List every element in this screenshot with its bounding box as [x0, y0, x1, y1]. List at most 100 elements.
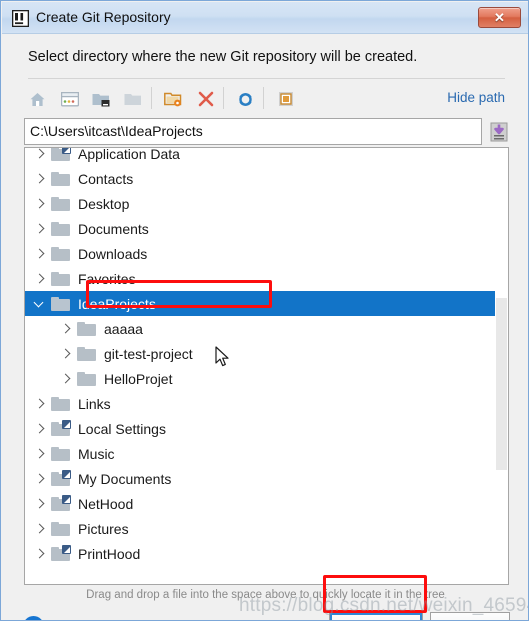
path-input[interactable]: C:\Users\itcast\IdeaProjects [24, 118, 482, 145]
tree-row-label: HelloProjet [104, 370, 173, 387]
cancel-button[interactable]: Cancel [430, 612, 510, 620]
chevron-right-icon[interactable] [33, 197, 46, 210]
chevron-down-icon[interactable] [33, 297, 46, 310]
paste-path-button[interactable] [489, 118, 509, 145]
tree-row-label: Contacts [78, 170, 134, 187]
tree-row[interactable]: PrintHood [25, 541, 508, 566]
desktop-button[interactable] [56, 86, 83, 112]
folder-icon [51, 148, 71, 161]
folder-icon [51, 446, 70, 461]
tree-row[interactable]: Downloads [25, 241, 508, 266]
dialog-body: Select directory where the new Git repos… [2, 34, 528, 620]
folder-icon [51, 470, 71, 486]
folder-disabled-icon [124, 94, 141, 105]
folder-icon [51, 271, 70, 286]
chevron-right-icon[interactable] [33, 472, 46, 485]
refresh-icon [239, 92, 252, 106]
tree-row[interactable]: Application Data [25, 147, 508, 166]
dialog-prompt: Select directory where the new Git repos… [28, 49, 418, 65]
new-folder-button[interactable] [160, 86, 187, 112]
tree-row-label: aaaaa [104, 320, 143, 337]
title-bar: Create Git Repository ✕ [2, 2, 528, 34]
delete-button[interactable] [192, 86, 219, 112]
tree-row-label: Application Data [78, 147, 180, 162]
folder-icon [77, 346, 96, 361]
tree-rows-container: Application Data Contacts Desktop Documents… [25, 147, 508, 566]
chevron-right-icon[interactable] [33, 247, 46, 260]
drive-folder-icon [92, 94, 110, 107]
tree-row-label: Documents [78, 220, 149, 237]
chevron-right-icon[interactable] [33, 222, 46, 235]
tree-row[interactable]: NetHood [25, 491, 508, 516]
home-button[interactable] [24, 86, 51, 112]
hide-path-link[interactable]: Hide path [447, 90, 505, 105]
toolbar-divider-1 [151, 87, 152, 109]
chevron-right-icon[interactable] [59, 372, 72, 385]
tree-row-label: git-test-project [104, 345, 193, 362]
tree-row[interactable]: Desktop [25, 191, 508, 216]
tree-row-label: Pictures [78, 520, 129, 537]
tree-row[interactable]: Documents [25, 216, 508, 241]
folder-icon [51, 545, 71, 561]
tree-row-label: PrintHood [78, 545, 141, 562]
tree-row-label: Downloads [78, 245, 148, 262]
tree-row[interactable]: My Documents [25, 466, 508, 491]
create-git-repository-dialog: Create Git Repository ✕ Select directory… [0, 0, 529, 621]
tree-row-label: Music [78, 445, 115, 462]
tree-row[interactable]: Local Settings [25, 416, 508, 441]
tree-row-label: My Documents [78, 470, 172, 487]
tree-row[interactable]: Favorites [25, 266, 508, 291]
tree-row[interactable]: HelloProjet [25, 366, 508, 391]
folder-icon [51, 171, 70, 186]
project-folder-button[interactable] [120, 86, 147, 112]
tree-row-label: IdeaProjects [78, 295, 156, 312]
show-hidden-button[interactable] [272, 86, 299, 112]
drag-drop-hint: Drag and drop a file into the space abov… [86, 589, 445, 601]
tree-scrollbar-thumb[interactable] [496, 298, 507, 470]
help-button[interactable]: ? [23, 616, 44, 620]
folder-icon [51, 396, 70, 411]
tree-row-label: Favorites [78, 270, 136, 287]
tree-row[interactable]: git-test-project [25, 341, 508, 366]
chevron-right-icon[interactable] [33, 172, 46, 185]
refresh-button[interactable] [232, 86, 259, 112]
chevron-right-icon[interactable] [33, 522, 46, 535]
close-icon: ✕ [494, 10, 505, 25]
close-button[interactable]: ✕ [478, 7, 521, 28]
folder-icon [51, 221, 70, 236]
header-divider [28, 78, 505, 79]
tree-row[interactable]: IdeaProjects [25, 291, 508, 316]
ok-button[interactable]: OK [329, 612, 423, 620]
chevron-right-icon[interactable] [33, 272, 46, 285]
chevron-right-icon[interactable] [33, 447, 46, 460]
chevron-right-icon[interactable] [33, 497, 46, 510]
chevron-right-icon[interactable] [33, 148, 46, 160]
folder-icon [51, 196, 70, 211]
folder-icon [51, 246, 70, 261]
chevron-right-icon[interactable] [59, 322, 72, 335]
tree-row[interactable]: Contacts [25, 166, 508, 191]
tree-row[interactable]: Links [25, 391, 508, 416]
tree-row[interactable]: aaaaa [25, 316, 508, 341]
folder-icon [51, 420, 71, 436]
directory-tree[interactable]: Application Data Contacts Desktop Documents… [24, 147, 509, 585]
chevron-right-icon[interactable] [59, 347, 72, 360]
my-computer-button[interactable] [88, 86, 115, 112]
chevron-right-icon[interactable] [33, 422, 46, 435]
tree-row-label: Local Settings [78, 420, 166, 437]
folder-icon [51, 495, 71, 511]
tree-row[interactable]: Pictures [25, 516, 508, 541]
window-title: Create Git Repository [36, 9, 171, 25]
file-chooser-toolbar: Hide path [24, 84, 505, 114]
tree-row-label: Desktop [78, 195, 130, 212]
folder-icon [77, 371, 96, 386]
folder-icon [51, 296, 70, 311]
tree-row[interactable]: Music [25, 441, 508, 466]
folder-icon [51, 521, 70, 536]
chevron-right-icon[interactable] [33, 397, 46, 410]
tree-row-label: Links [78, 395, 111, 412]
tree-scrollbar-track[interactable] [495, 148, 508, 584]
toolbar-divider-3 [263, 87, 264, 109]
toolbar-divider-2 [223, 87, 224, 109]
chevron-right-icon[interactable] [33, 547, 46, 560]
